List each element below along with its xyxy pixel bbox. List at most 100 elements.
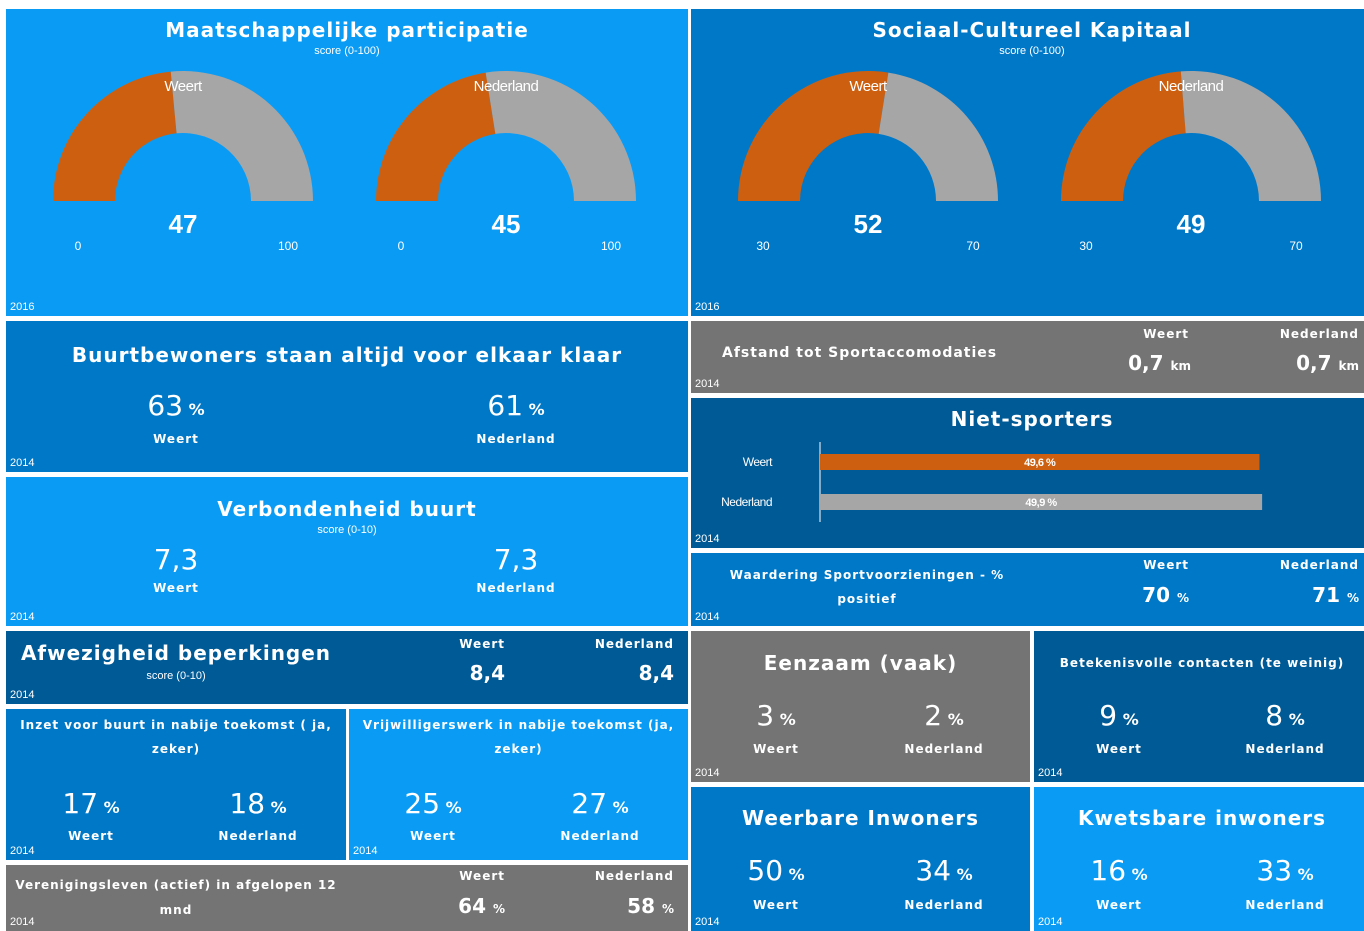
year-label: 2014 bbox=[10, 916, 35, 928]
value-weert: 7,3 bbox=[153, 543, 199, 576]
label-weert: Weert bbox=[459, 637, 505, 651]
gauge-chart bbox=[738, 70, 1321, 201]
value-nederland: 61 % bbox=[487, 389, 545, 422]
gauge-max-weert: 70 bbox=[966, 239, 980, 253]
label-nederland: Nederland bbox=[1245, 898, 1325, 912]
label-nederland: Nederland bbox=[476, 581, 556, 595]
gauge-value-nederland: 45 bbox=[491, 209, 521, 239]
label-weert: Weert bbox=[410, 829, 456, 843]
label-weert: Weert bbox=[68, 829, 114, 843]
tile-afwezigheid-beperkingen: Afwezigheid beperkingen score (0-10) Wee… bbox=[6, 631, 688, 704]
gauge-min-nederland: 30 bbox=[1079, 239, 1093, 253]
year-label: 2014 bbox=[10, 845, 35, 857]
tile-title-line2: zeker) bbox=[151, 742, 201, 756]
tile-title-line1: Waardering Sportvoorzieningen - % bbox=[729, 568, 1005, 582]
gauge-label-nederland: Nederland bbox=[473, 78, 539, 95]
year-label: 2014 bbox=[695, 533, 720, 545]
gauge-value-weert: 52 bbox=[853, 209, 883, 239]
value-weert: 70 % bbox=[1142, 583, 1189, 607]
gauge-min-weert: 30 bbox=[756, 239, 770, 253]
bar-chart: Weert 49,6 % Nederland 49,9 % bbox=[721, 442, 1263, 522]
tile-title: Weerbare Inwoners bbox=[741, 806, 979, 830]
tile-waardering-sportvoorzieningen: Waardering Sportvoorzieningen - % positi… bbox=[691, 553, 1364, 626]
value-nederland: 18 % bbox=[229, 787, 287, 820]
bar-category-label: Weert bbox=[743, 455, 773, 469]
value-nederland: 71 % bbox=[1312, 583, 1359, 607]
gauge-max-weert: 100 bbox=[277, 239, 299, 253]
value-nederland: 0,7 km bbox=[1296, 351, 1359, 375]
label-weert: Weert bbox=[153, 581, 199, 595]
bar-value-label: 49,9 % bbox=[1025, 497, 1057, 509]
tile-maatschappelijke-participatie: Maatschappelijke participatie score (0-1… bbox=[6, 9, 688, 316]
tile-niet-sporters: Niet-sporters Weert 49,6 % Nederland 49,9 %… bbox=[691, 398, 1364, 548]
gauge-label-weert: Weert bbox=[164, 78, 202, 95]
tile-afstand-sportaccomodaties: Afstand tot Sportaccomodaties Weert Nede… bbox=[691, 321, 1364, 393]
bar-value-label: 49,6 % bbox=[1024, 457, 1056, 469]
label-nederland: Nederland bbox=[476, 432, 556, 446]
label-weert: Weert bbox=[753, 742, 799, 756]
value-weert: 8,4 bbox=[469, 661, 505, 685]
gauge-value-nederland: 49 bbox=[1176, 209, 1206, 239]
label-nederland: Nederland bbox=[218, 829, 298, 843]
tile-title: Eenzaam (vaak) bbox=[763, 651, 958, 675]
value-nederland: 8,4 bbox=[638, 661, 674, 685]
year-label: 2014 bbox=[1038, 767, 1063, 779]
year-label: 2014 bbox=[695, 611, 720, 623]
tile-title-line2: mnd bbox=[159, 903, 193, 917]
year-label: 2014 bbox=[695, 767, 720, 779]
tile-verbondenheid-buurt: Verbondenheid buurt score (0-10) 7,3 7,3… bbox=[6, 477, 688, 626]
tile-sociaal-cultureel-kapitaal: Sociaal-Cultureel Kapitaal score (0-100)… bbox=[691, 9, 1364, 316]
tile-title: Maatschappelijke participatie bbox=[165, 18, 529, 42]
label-weert: Weert bbox=[753, 898, 799, 912]
value-weert: 25 % bbox=[404, 787, 462, 820]
value-weert: 17 % bbox=[62, 787, 120, 820]
gauge-min-nederland: 0 bbox=[397, 239, 405, 253]
value-nederland: 58 % bbox=[627, 894, 674, 918]
bar-category-label: Nederland bbox=[721, 495, 772, 509]
value-nederland: 8 % bbox=[1265, 699, 1305, 732]
tile-inzet-voor-buurt: Inzet voor buurt in nabije toekomst ( ja… bbox=[6, 709, 346, 860]
label-nederland: Nederland bbox=[904, 742, 984, 756]
label-weert: Weert bbox=[153, 432, 199, 446]
label-nederland: Nederland bbox=[1245, 742, 1325, 756]
tile-title: Buurtbewoners staan altijd voor elkaar k… bbox=[71, 343, 623, 367]
tile-title: Afstand tot Sportaccomodaties bbox=[722, 345, 998, 361]
tile-weerbare-inwoners: Weerbare Inwoners 50 % 34 % Weert Nederl… bbox=[691, 787, 1030, 931]
gauge-label-weert: Weert bbox=[849, 78, 887, 95]
gauge-value-weert: 47 bbox=[168, 209, 198, 239]
tile-subtitle: score (0-10) bbox=[146, 670, 206, 682]
tile-title: Betekenisvolle contacten (te weinig) bbox=[1059, 656, 1345, 670]
tile-subtitle: score (0-10) bbox=[317, 524, 377, 536]
year-label: 2016 bbox=[695, 301, 720, 313]
value-nederland: 27 % bbox=[571, 787, 629, 820]
label-nederland: Nederland bbox=[594, 637, 674, 651]
label-nederland: Nederland bbox=[1279, 558, 1359, 572]
year-label: 2014 bbox=[10, 611, 35, 623]
value-nederland: 34 % bbox=[915, 854, 973, 887]
label-nederland: Nederland bbox=[560, 829, 640, 843]
year-label: 2014 bbox=[10, 689, 35, 701]
tile-title-line1: Vrijwilligerswerk in nabije toekomst (ja… bbox=[362, 718, 675, 732]
value-weert: 64 % bbox=[458, 894, 505, 918]
tile-title: Niet-sporters bbox=[950, 407, 1114, 431]
tile-buurtbewoners: Buurtbewoners staan altijd voor elkaar k… bbox=[6, 321, 688, 472]
label-nederland: Nederland bbox=[594, 869, 674, 883]
year-label: 2014 bbox=[1038, 916, 1063, 928]
value-weert: 3 % bbox=[756, 699, 796, 732]
year-label: 2014 bbox=[353, 845, 378, 857]
value-weert: 16 % bbox=[1090, 854, 1148, 887]
year-label: 2014 bbox=[695, 378, 720, 390]
tile-title-line1: Inzet voor buurt in nabije toekomst ( ja… bbox=[20, 718, 332, 732]
value-weert: 0,7 km bbox=[1128, 351, 1191, 375]
value-nederland: 2 % bbox=[924, 699, 964, 732]
tile-title-line2: zeker) bbox=[494, 742, 543, 756]
label-nederland: Nederland bbox=[904, 898, 984, 912]
tile-title: Sociaal-Cultureel Kapitaal bbox=[872, 18, 1192, 42]
tile-vrijwilligerswerk: Vrijwilligerswerk in nabije toekomst (ja… bbox=[349, 709, 688, 860]
tile-kwetsbare-inwoners: Kwetsbare inwoners 16 % 33 % Weert Neder… bbox=[1034, 787, 1364, 931]
tile-betekenisvolle-contacten: Betekenisvolle contacten (te weinig) 9 %… bbox=[1034, 631, 1364, 782]
tile-eenzaam: Eenzaam (vaak) 3 % 2 % Weert Nederland 2… bbox=[691, 631, 1030, 782]
tile-title: Verbondenheid buurt bbox=[217, 497, 477, 521]
tile-title-line1: Verenigingsleven (actief) in afgelopen 1… bbox=[15, 878, 337, 892]
year-label: 2016 bbox=[10, 301, 35, 313]
